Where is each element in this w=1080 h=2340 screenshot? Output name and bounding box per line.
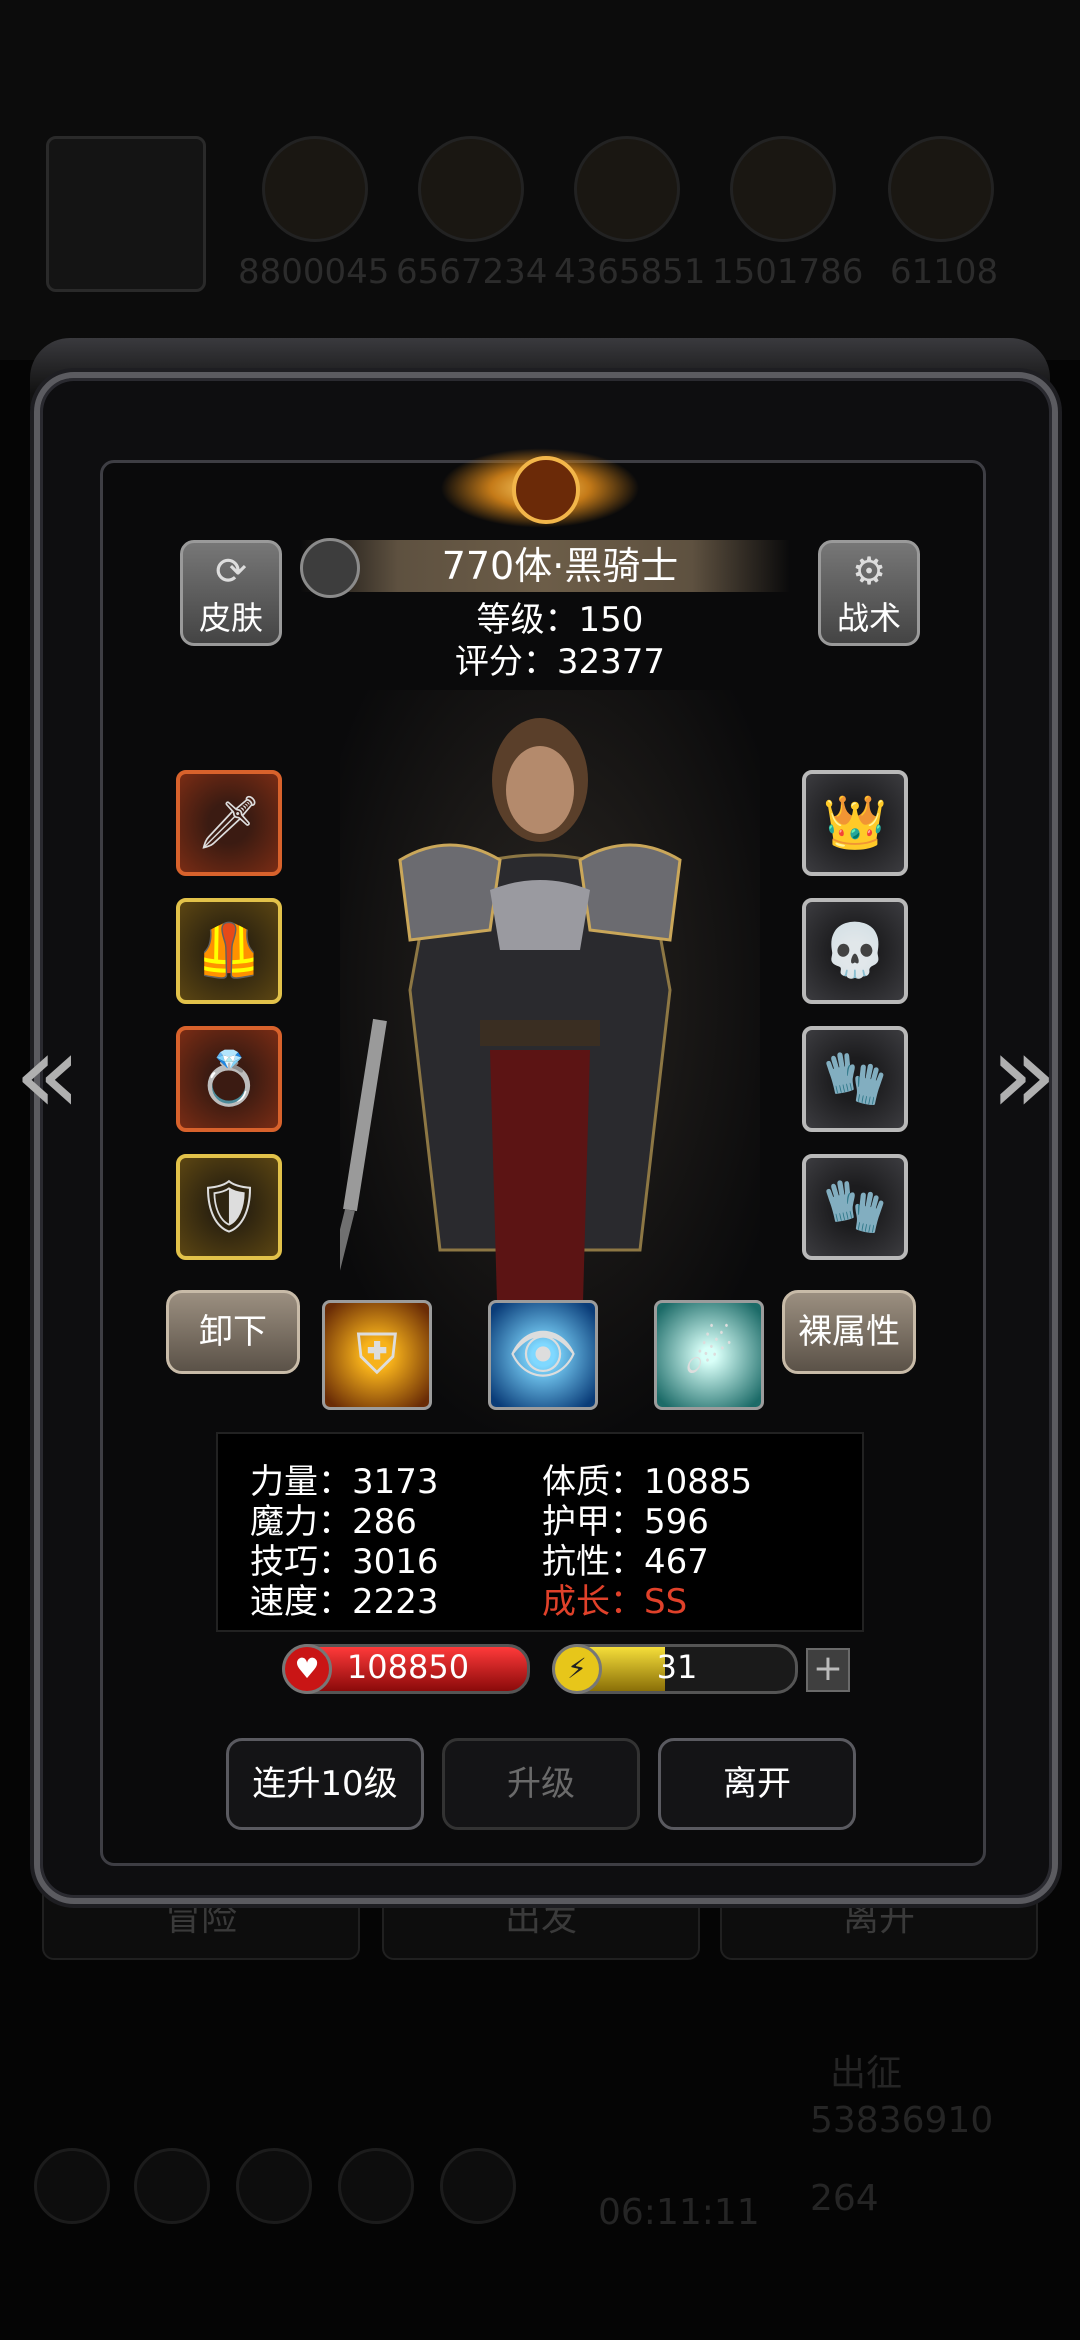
- add-energy-button[interactable]: +: [806, 1648, 850, 1692]
- background-gem-value: 264: [810, 2178, 879, 2219]
- amulet-icon: 🛡: [195, 1177, 262, 1237]
- background-expedition-label: 出征: [830, 2053, 903, 2094]
- background-menu-icon: [440, 2148, 516, 2224]
- level-up-10-button[interactable]: 连升10级: [226, 1738, 424, 1830]
- unequip-button[interactable]: 卸下: [166, 1290, 300, 1374]
- leave-button[interactable]: 离开: [658, 1738, 856, 1830]
- armor-icon: 🦺: [196, 921, 262, 981]
- background-gold-value: 53836910: [810, 2100, 994, 2141]
- stats-panel: 力量：3173 魔力：286 技巧：3016 速度：2223 体质：10885 …: [216, 1432, 864, 1632]
- background-resource-value: 1501786: [712, 252, 864, 292]
- background-resource-value: 6567234: [396, 252, 548, 292]
- skill-slot-1[interactable]: ⛨: [322, 1300, 432, 1410]
- lightning-icon: ⚡: [552, 1644, 602, 1694]
- refresh-icon: ⟳: [215, 549, 247, 593]
- skill-slot-3[interactable]: ☄: [654, 1300, 764, 1410]
- tactics-label: 战术: [836, 599, 901, 637]
- heart-icon: ♥: [282, 1644, 332, 1694]
- armor-slot[interactable]: 🦺: [176, 898, 282, 1004]
- dark-crown-icon: 👑: [822, 793, 888, 853]
- upgrade-button[interactable]: 升级: [442, 1738, 640, 1830]
- character-score: 评分：32377: [454, 642, 666, 682]
- base-attributes-button[interactable]: 裸属性: [782, 1290, 916, 1374]
- skill-slot-2[interactable]: 👁: [488, 1300, 598, 1410]
- golden-mask-icon: 💀: [822, 921, 888, 981]
- background-resource-icon: [574, 136, 680, 242]
- shield-icon: ⛨: [356, 1322, 398, 1387]
- background-resource-value: 61108: [890, 252, 999, 292]
- gear-icon: ⚙: [851, 549, 887, 593]
- background-menu-icon: [338, 2148, 414, 2224]
- tactics-button[interactable]: ⚙ 战术: [818, 540, 920, 646]
- background-resource-icon: [418, 136, 524, 242]
- mask-slot[interactable]: 💀: [802, 898, 908, 1004]
- helmet-slot[interactable]: 👑: [802, 770, 908, 876]
- next-hero-arrow-icon[interactable]: »: [990, 1010, 1057, 1138]
- eye-icon: 👁: [507, 1322, 579, 1387]
- amulet-slot[interactable]: 🛡: [176, 1154, 282, 1260]
- background-resource-value: 4365851: [554, 252, 706, 292]
- boots-slot[interactable]: 🧤: [802, 1154, 908, 1260]
- slash-icon: ☄: [683, 1322, 735, 1387]
- background-resource-icon: [730, 136, 836, 242]
- character-name: 770体·黑骑士: [441, 544, 679, 588]
- stat-speed: 速度：2223: [250, 1582, 439, 1622]
- background-resource-icon: [262, 136, 368, 242]
- previous-hero-arrow-icon[interactable]: «: [14, 1010, 81, 1138]
- ring-slot[interactable]: 💍: [176, 1026, 282, 1132]
- weapon-slot[interactable]: 🗡: [176, 770, 282, 876]
- ring-icon: 💍: [196, 1049, 262, 1109]
- stat-growth: 成长：SS: [542, 1582, 688, 1622]
- background-timer: 06:11:11: [598, 2192, 760, 2233]
- skin-button[interactable]: ⟳ 皮肤: [180, 540, 282, 646]
- gauntlet-slot[interactable]: 🧤: [802, 1026, 908, 1132]
- background-menu-icon: [236, 2148, 312, 2224]
- background-resource-value: 8800045: [238, 252, 390, 292]
- background-menu-icon: [134, 2148, 210, 2224]
- background-avatar: [46, 136, 206, 292]
- sword-icon: 🗡: [195, 793, 262, 853]
- skin-label: 皮肤: [198, 599, 263, 637]
- emblem-icon: [512, 456, 580, 524]
- gauntlet-icon: 🧤: [822, 1177, 888, 1237]
- gauntlet-icon: 🧤: [822, 1049, 888, 1109]
- background-menu-icon: [34, 2148, 110, 2224]
- background-resource-icon: [888, 136, 994, 242]
